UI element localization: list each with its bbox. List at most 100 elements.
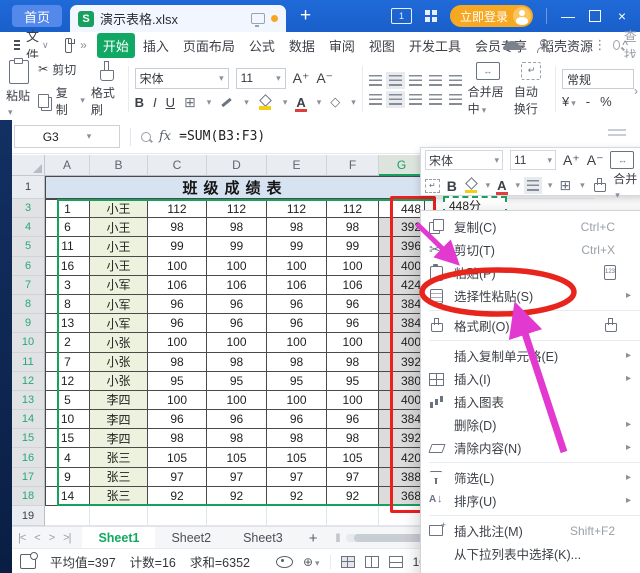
row-header-3[interactable]: 3	[12, 199, 45, 218]
cell-C6[interactable]: 100	[148, 257, 207, 276]
cell-B11[interactable]: 小张	[90, 353, 148, 372]
cell-G15[interactable]: 392	[379, 429, 425, 448]
menu-item-insert-comment[interactable]: 插入批注(M)Shift+F2	[421, 519, 640, 542]
menu-item-insert[interactable]: 插入(I)▸	[421, 367, 640, 390]
cell-D8[interactable]: 96	[207, 295, 267, 314]
cell-empty[interactable]	[379, 506, 425, 526]
paste123-icon[interactable]	[603, 265, 619, 280]
font-color-button[interactable]: A	[296, 95, 305, 110]
fx-icon[interactable]: fx	[159, 129, 171, 144]
cell-B10[interactable]: 小张	[90, 333, 148, 352]
cell-C12[interactable]: 95	[148, 372, 207, 391]
cell-E13[interactable]: 100	[267, 391, 327, 410]
cell-F5[interactable]: 99	[327, 237, 379, 256]
row-header-8[interactable]: 8	[12, 295, 45, 314]
cell-B9[interactable]: 小军	[90, 314, 148, 333]
mini-borders-icon[interactable]: ⊞	[559, 177, 571, 194]
cell-E14[interactable]: 96	[267, 410, 327, 429]
cell-F7[interactable]: 106	[327, 276, 379, 295]
menu-item-cut[interactable]: 剪切(T)Ctrl+X	[421, 238, 640, 261]
ribbon-tab-插入[interactable]: 插入	[137, 33, 175, 58]
cell-F4[interactable]: 98	[327, 218, 379, 237]
column-header-F[interactable]: F	[327, 155, 379, 176]
paste-button[interactable]: 粘贴▾	[6, 60, 32, 118]
menu-item-format-painter[interactable]: 格式刷(O)	[421, 314, 640, 337]
cell-B16[interactable]: 张三	[90, 448, 148, 467]
cell-F14[interactable]: 96	[327, 410, 379, 429]
currency-button[interactable]: ¥▾	[562, 94, 576, 109]
cell-B15[interactable]: 李四	[90, 429, 148, 448]
minimize-button[interactable]: —	[560, 8, 576, 24]
row-header-17[interactable]: 17	[12, 468, 45, 487]
cell-F15[interactable]: 98	[327, 429, 379, 448]
row-header-19[interactable]: 19	[12, 506, 45, 526]
eye-protection-icon[interactable]	[276, 556, 293, 568]
ribbon-expand-icon[interactable]: ›	[634, 84, 638, 98]
cell-G10[interactable]: 400	[379, 333, 425, 352]
row-header-5[interactable]: 5	[12, 237, 45, 256]
row-header-11[interactable]: 11	[12, 353, 45, 372]
cell-E7[interactable]: 106	[267, 276, 327, 295]
cell-G14[interactable]: 384	[379, 410, 425, 429]
font-size-select[interactable]: 11▾	[236, 68, 286, 89]
cell-E8[interactable]: 96	[267, 295, 327, 314]
cell-G3[interactable]: 448	[379, 199, 425, 218]
formula-input[interactable]: =SUM(B3:F3)	[179, 129, 265, 144]
cell-D15[interactable]: 98	[207, 429, 267, 448]
column-header-D[interactable]: D	[207, 155, 267, 176]
cell-B18[interactable]: 张三	[90, 487, 148, 506]
cell-G13[interactable]: 400	[379, 391, 425, 410]
cell-C3[interactable]: 112	[148, 199, 207, 218]
merge-center-button[interactable]: ↔ 合并居中▾	[468, 62, 508, 117]
cell-D5[interactable]: 99	[207, 237, 267, 256]
copy-button[interactable]: 复制▾	[38, 84, 85, 118]
cell-F6[interactable]: 100	[327, 257, 379, 276]
cell-C9[interactable]: 96	[148, 314, 207, 333]
cell-empty[interactable]	[207, 506, 267, 526]
cell-G4[interactable]: 392	[379, 218, 425, 237]
shrink-font-button[interactable]: A⁻	[316, 70, 333, 87]
cell-empty[interactable]	[327, 506, 379, 526]
cell-E16[interactable]: 105	[267, 448, 327, 467]
bold-button[interactable]: B	[135, 95, 144, 110]
cell-A3[interactable]: 1	[45, 199, 90, 218]
menu-item-clear-contents[interactable]: 清除内容(N)▸	[421, 436, 640, 459]
format-painter-button[interactable]: 格式刷	[91, 61, 122, 118]
cell-D11[interactable]: 98	[207, 353, 267, 372]
page-layout-view-icon[interactable]	[365, 556, 379, 568]
cell-E6[interactable]: 100	[267, 257, 327, 276]
mini-grow-font-button[interactable]: A⁺	[563, 152, 580, 169]
cell-F16[interactable]: 105	[327, 448, 379, 467]
sheet-nav-first-icon[interactable]: |<	[18, 532, 25, 544]
cell-C7[interactable]: 106	[148, 276, 207, 295]
cell-G6[interactable]: 400	[379, 257, 425, 276]
cell-B6[interactable]: 小王	[90, 257, 148, 276]
document-tab[interactable]: S 演示表格.xlsx	[70, 5, 286, 32]
cell-G16[interactable]: 420	[379, 448, 425, 467]
cell-empty[interactable]	[90, 506, 148, 526]
sheet-tab-Sheet2[interactable]: Sheet2	[155, 527, 227, 549]
cell-F18[interactable]: 92	[327, 487, 379, 506]
row-header-15[interactable]: 15	[12, 429, 45, 448]
cell-empty[interactable]	[45, 506, 90, 526]
font-name-select[interactable]: 宋体▾	[135, 68, 229, 89]
cell-C11[interactable]: 98	[148, 353, 207, 372]
cell-F9[interactable]: 96	[327, 314, 379, 333]
select-all-corner[interactable]	[12, 155, 45, 176]
cell-B12[interactable]: 小张	[90, 372, 148, 391]
more-options-icon[interactable]: ⋮	[593, 37, 606, 53]
cell-G17[interactable]: 388	[379, 468, 425, 487]
cell-C5[interactable]: 99	[148, 237, 207, 256]
add-sheet-button[interactable]: +	[309, 530, 318, 547]
cell-D17[interactable]: 97	[207, 468, 267, 487]
cell-A14[interactable]: 10	[45, 410, 90, 429]
menu-item-paste[interactable]: 粘贴(P)	[421, 261, 640, 284]
cell-B4[interactable]: 小王	[90, 218, 148, 237]
save-icon[interactable]	[65, 38, 73, 53]
ribbon-tab-数据[interactable]: 数据	[283, 33, 321, 58]
window-list-icon[interactable]: 1	[391, 8, 412, 24]
workspace-grid-icon[interactable]	[425, 10, 437, 22]
menu-item-copy[interactable]: 复制(C)Ctrl+C	[421, 215, 640, 238]
collapse-ribbon-icon[interactable]: ^	[622, 38, 628, 52]
row-header-14[interactable]: 14	[12, 410, 45, 429]
